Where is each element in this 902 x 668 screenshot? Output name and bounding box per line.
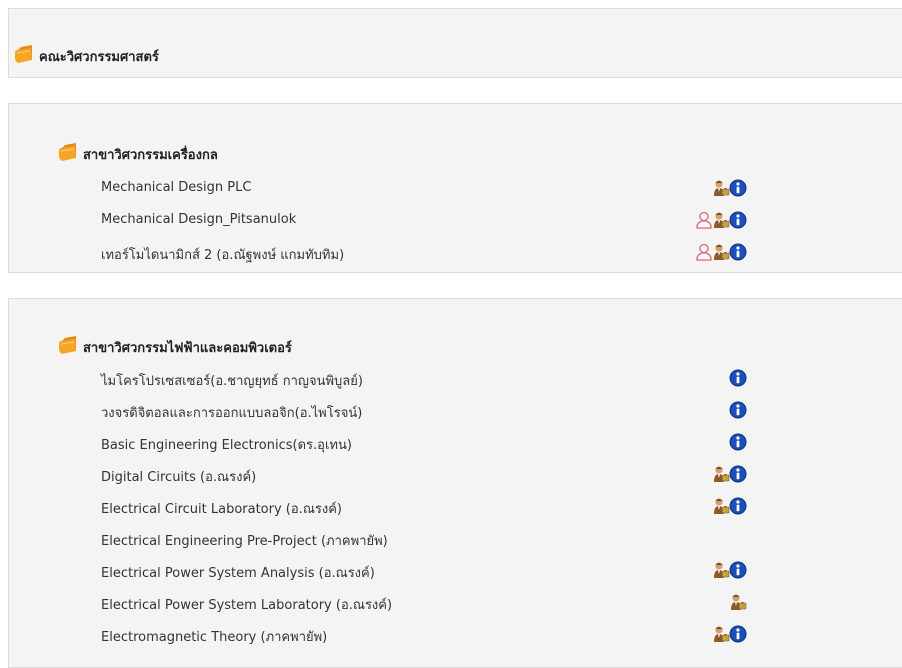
info-icon[interactable] [728, 464, 748, 484]
info-icon[interactable] [728, 624, 748, 644]
info-icon[interactable] [728, 496, 748, 516]
course-link[interactable]: วงจรดิจิตอลและการออกแบบลอจิก(อ.ไพโรจน์) [101, 402, 362, 423]
course-link[interactable]: Electromagnetic Theory (ภาคพายัพ) [101, 626, 327, 647]
course-link[interactable]: Electrical Power System Laboratory (อ.ณร… [101, 594, 392, 615]
teacher-icon[interactable] [728, 592, 748, 612]
course-row: Electrical Power System Analysis (อ.ณรงค… [101, 560, 801, 582]
course-row: Electromagnetic Theory (ภาคพายัพ) [101, 624, 801, 646]
course-row: วงจรดิจิตอลและการออกแบบลอจิก(อ.ไพโรจน์) [101, 400, 801, 422]
course-link[interactable]: ไมโครโปรเซสเซอร์(อ.ชาญยุทธ์ กาญจนพิบูลย์… [101, 370, 363, 391]
course-link[interactable]: เทอร์โมไดนามิกส์ 2 (อ.ณัฐพงษ์ แกมทับทิม) [101, 244, 344, 265]
info-icon[interactable] [728, 368, 748, 388]
course-row: เทอร์โมไดนามิกส์ 2 (อ.ณัฐพงษ์ แกมทับทิม) [101, 242, 801, 264]
info-icon[interactable] [728, 242, 748, 262]
course-row: Digital Circuits (อ.ณรงค์) [101, 464, 801, 486]
info-icon[interactable] [728, 432, 748, 452]
course-row: Mechanical Design PLC [101, 178, 801, 200]
category-title[interactable]: สาขาวิศวกรรมไฟฟ้าและคอมพิวเตอร์ [83, 337, 292, 358]
info-icon[interactable] [728, 400, 748, 420]
course-row: Electrical Circuit Laboratory (อ.ณรงค์) [101, 496, 801, 518]
course-link[interactable]: Mechanical Design_Pitsanulok [101, 212, 296, 227]
info-icon[interactable] [728, 560, 748, 580]
course-row: Mechanical Design_Pitsanulok [101, 210, 801, 232]
category-title[interactable]: สาขาวิศวกรรมเครื่องกล [83, 144, 218, 165]
course-link[interactable]: Basic Engineering Electronics(ดร.อุเทน) [101, 434, 352, 455]
faculty-panel: คณะวิศวกรรมศาสตร์ [8, 8, 902, 78]
info-icon[interactable] [728, 178, 748, 198]
folder-icon [13, 42, 35, 64]
course-row: Basic Engineering Electronics(ดร.อุเทน) [101, 432, 801, 454]
category-panel-electrical: สาขาวิศวกรรมไฟฟ้าและคอมพิวเตอร์ ไมโครโปร… [8, 298, 902, 668]
folder-icon [57, 140, 79, 162]
info-icon[interactable] [728, 210, 748, 230]
folder-icon [57, 333, 79, 355]
course-row: ไมโครโปรเซสเซอร์(อ.ชาญยุทธ์ กาญจนพิบูลย์… [101, 368, 801, 390]
course-link[interactable]: Electrical Engineering Pre-Project (ภาคพ… [101, 530, 388, 551]
course-row: Electrical Engineering Pre-Project (ภาคพ… [101, 528, 801, 550]
category-panel-mechanical: สาขาวิศวกรรมเครื่องกล Mechanical Design … [8, 103, 902, 273]
course-link[interactable]: Mechanical Design PLC [101, 180, 251, 195]
course-row: Electrical Power System Laboratory (อ.ณร… [101, 592, 801, 614]
faculty-title[interactable]: คณะวิศวกรรมศาสตร์ [39, 46, 159, 67]
course-link[interactable]: Electrical Circuit Laboratory (อ.ณรงค์) [101, 498, 342, 519]
course-link[interactable]: Digital Circuits (อ.ณรงค์) [101, 466, 256, 487]
course-link[interactable]: Electrical Power System Analysis (อ.ณรงค… [101, 562, 375, 583]
